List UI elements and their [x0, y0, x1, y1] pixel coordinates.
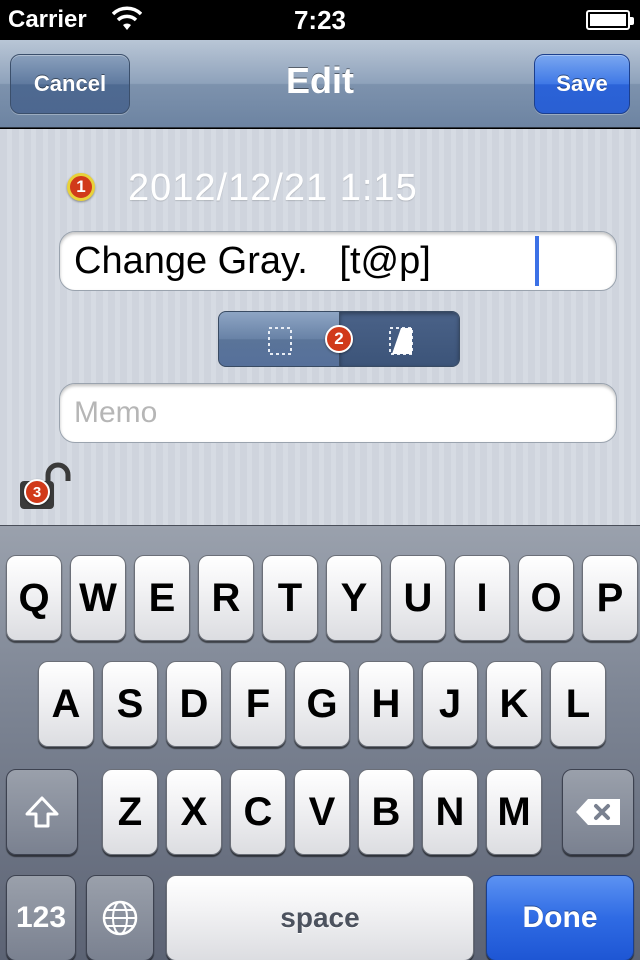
datetime-label[interactable]: 2012/12/21 1:15	[128, 167, 418, 210]
key-o[interactable]: O	[518, 555, 574, 641]
key-t[interactable]: T	[262, 555, 318, 641]
key-h[interactable]: H	[358, 661, 414, 747]
backspace-icon	[576, 799, 620, 825]
key-a[interactable]: A	[38, 661, 94, 747]
save-button[interactable]: Save	[534, 54, 630, 114]
done-key[interactable]: Done	[486, 875, 634, 960]
battery-icon	[586, 10, 634, 30]
key-d[interactable]: D	[166, 661, 222, 747]
shift-key[interactable]	[6, 769, 78, 855]
key-b[interactable]: B	[358, 769, 414, 855]
memo-field[interactable]: Memo	[59, 383, 617, 443]
key-e[interactable]: E	[134, 555, 190, 641]
segment-blank[interactable]	[219, 312, 339, 366]
keyboard: Q W E R T Y U I O P A S D F G H J K L Z …	[0, 525, 640, 960]
globe-icon	[102, 900, 138, 936]
edit-form: 1 2012/12/21 1:15 Change Gray. [t@p] 2 M…	[0, 129, 640, 525]
key-c[interactable]: C	[230, 769, 286, 855]
key-j[interactable]: J	[422, 661, 478, 747]
key-z[interactable]: Z	[102, 769, 158, 855]
title-field-value[interactable]: Change Gray. [t@p]	[74, 240, 431, 283]
text-caret	[535, 236, 539, 286]
key-y[interactable]: Y	[326, 555, 382, 641]
step-badge-1: 1	[67, 173, 95, 201]
clock: 7:23	[293, 5, 347, 35]
key-i[interactable]: I	[454, 555, 510, 641]
key-s[interactable]: S	[102, 661, 158, 747]
key-x[interactable]: X	[166, 769, 222, 855]
space-key[interactable]: space	[166, 875, 474, 960]
key-f[interactable]: F	[230, 661, 286, 747]
key-k[interactable]: K	[486, 661, 542, 747]
key-p[interactable]: P	[582, 555, 638, 641]
title-field[interactable]: Change Gray. [t@p]	[59, 231, 617, 291]
numbers-key[interactable]: 123	[6, 875, 76, 960]
memo-placeholder: Memo	[74, 396, 158, 429]
key-g[interactable]: G	[294, 661, 350, 747]
step-badge-2: 2	[325, 325, 353, 353]
backspace-key[interactable]	[562, 769, 634, 855]
key-l[interactable]: L	[550, 661, 606, 747]
dashed-square-icon	[268, 327, 292, 355]
shift-arrow-icon	[25, 796, 59, 828]
key-m[interactable]: M	[486, 769, 542, 855]
key-w[interactable]: W	[70, 555, 126, 641]
globe-key[interactable]	[86, 875, 154, 960]
status-bar: Carrier 7:23	[0, 0, 640, 40]
key-r[interactable]: R	[198, 555, 254, 641]
key-v[interactable]: V	[294, 769, 350, 855]
step-badge-3: 3	[24, 479, 50, 505]
key-n[interactable]: N	[422, 769, 478, 855]
segment-gray[interactable]	[338, 312, 459, 366]
navigation-bar: Cancel Edit Save	[0, 40, 640, 128]
key-q[interactable]: Q	[6, 555, 62, 641]
half-filled-square-icon	[388, 327, 413, 355]
key-u[interactable]: U	[390, 555, 446, 641]
